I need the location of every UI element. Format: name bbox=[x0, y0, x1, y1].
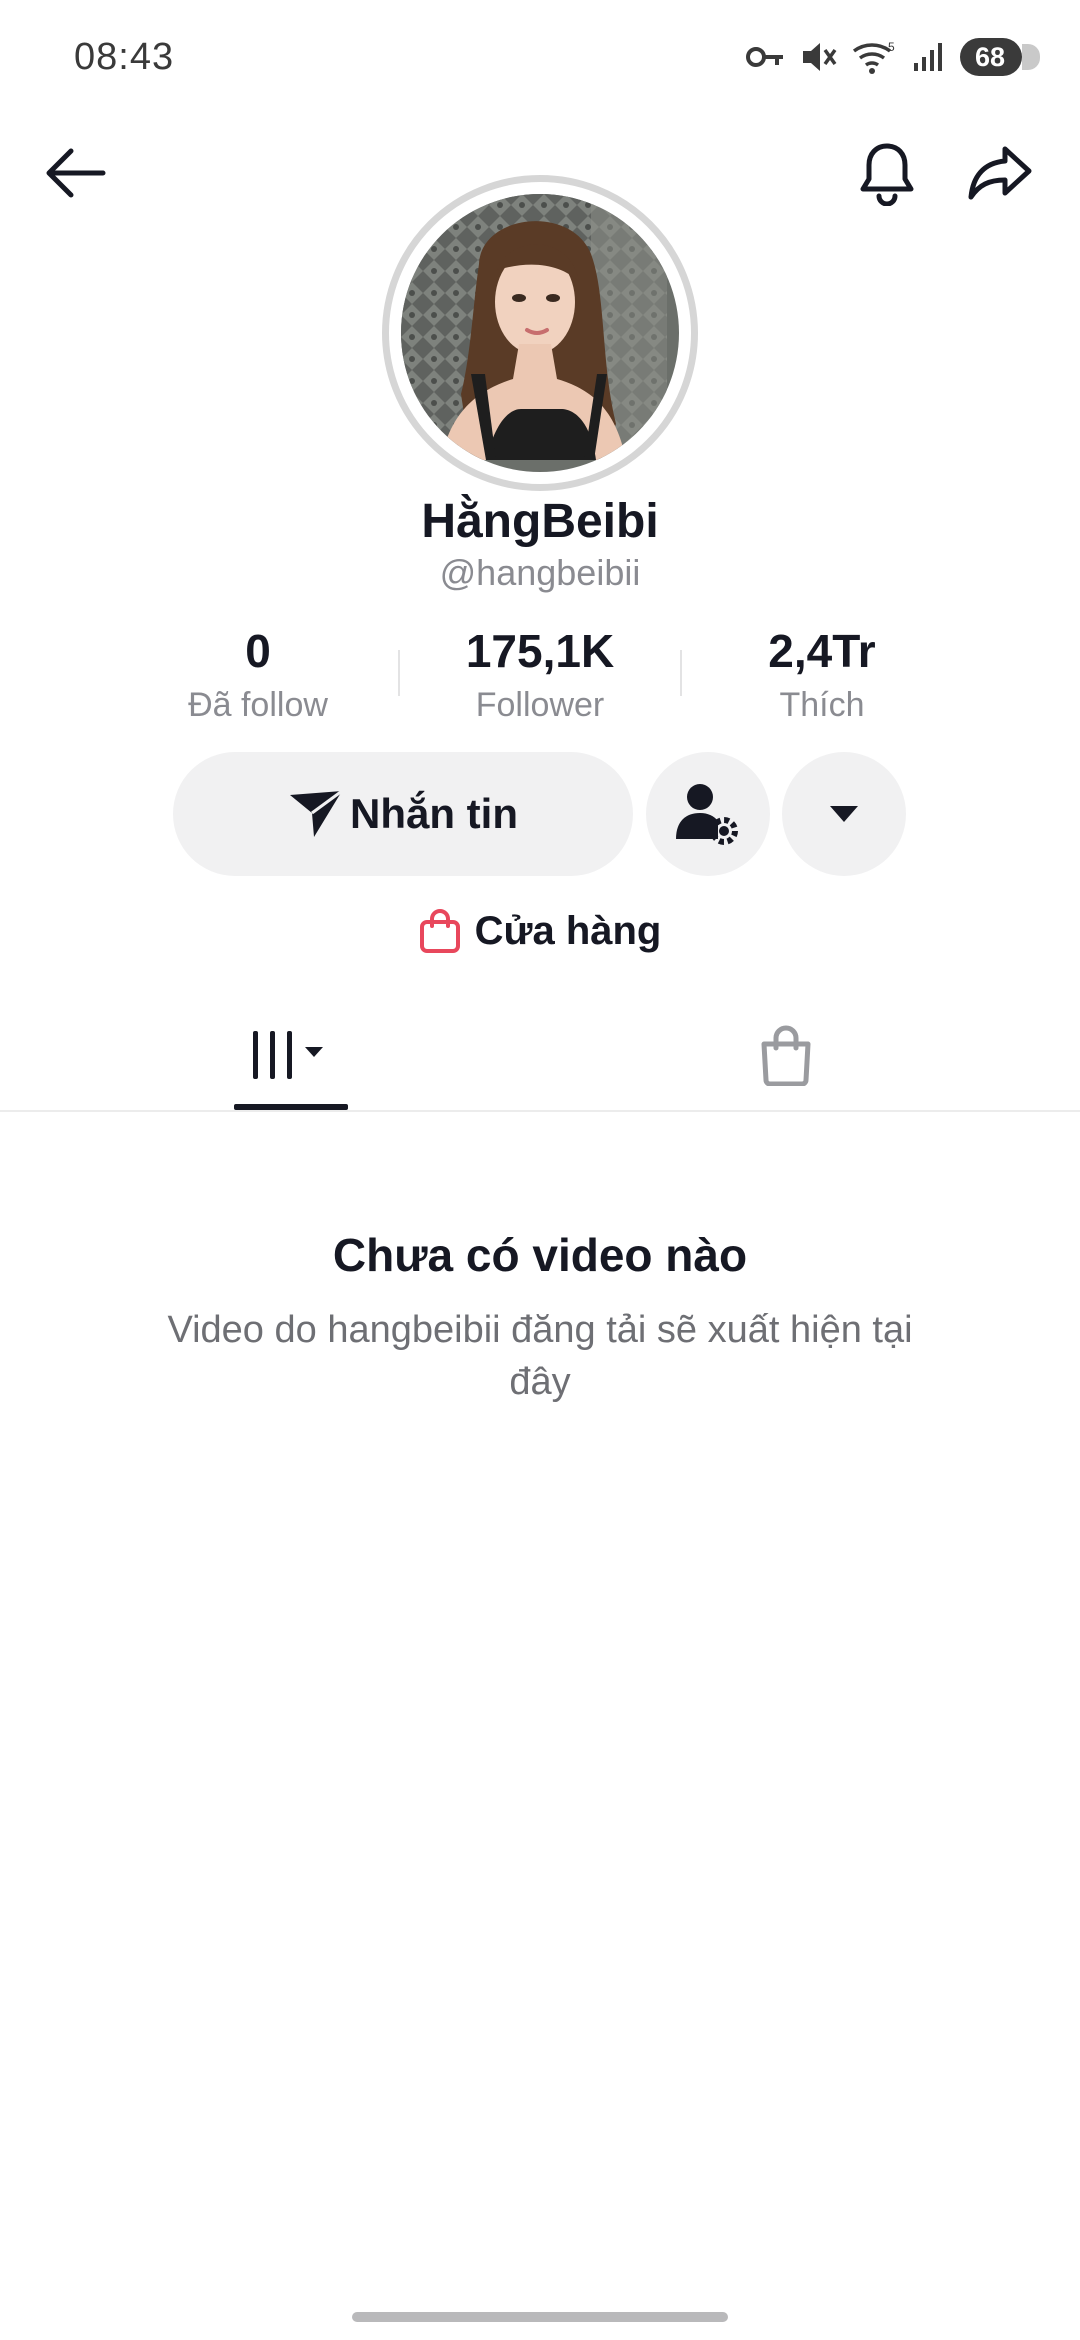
stat-value: 0 bbox=[245, 625, 271, 677]
send-icon bbox=[290, 789, 343, 837]
mute-icon bbox=[800, 40, 838, 74]
message-label: Nhắn tin bbox=[350, 790, 518, 837]
stat-divider bbox=[398, 650, 400, 696]
shopping-bag-icon bbox=[761, 1025, 811, 1086]
status-time: 08:43 bbox=[74, 36, 175, 78]
wifi-icon: 5 bbox=[852, 39, 898, 75]
more-options-button[interactable] bbox=[782, 752, 906, 876]
stat-following[interactable]: 0 Đã follow bbox=[148, 628, 368, 725]
stat-value: 175,1K bbox=[465, 625, 615, 677]
vpn-key-icon bbox=[746, 42, 786, 72]
caret-down-icon bbox=[830, 806, 858, 822]
share-icon bbox=[968, 146, 1032, 200]
shop-label: Cửa hàng bbox=[474, 908, 662, 953]
username: @hangbeibii bbox=[439, 552, 641, 593]
bell-icon bbox=[860, 143, 914, 206]
avatar-photo bbox=[401, 194, 667, 460]
stat-value: 2,4Tr bbox=[768, 625, 876, 677]
notification-button[interactable] bbox=[842, 128, 932, 218]
svg-text:5: 5 bbox=[888, 40, 895, 54]
stat-divider bbox=[680, 650, 682, 696]
active-tab-indicator bbox=[234, 1104, 348, 1110]
profile-stats: 0 Đã follow 175,1K Follower 2,4Tr Thích bbox=[0, 628, 1080, 728]
status-bar: 08:43 5 68 bbox=[0, 0, 1080, 110]
tab-shop[interactable] bbox=[686, 1000, 886, 1110]
stat-label: Đã follow bbox=[188, 686, 328, 724]
grid-columns-icon bbox=[253, 1031, 323, 1079]
profile-tabs bbox=[0, 1000, 1080, 1112]
profile-page: 08:43 5 68 HằngBeibi @hangbeibii 0 Đã fo… bbox=[0, 0, 1080, 2340]
tab-videos[interactable] bbox=[192, 1000, 392, 1110]
stat-followers[interactable]: 175,1K Follower bbox=[430, 628, 650, 725]
avatar bbox=[401, 194, 679, 472]
share-button[interactable] bbox=[955, 128, 1045, 218]
back-arrow-icon bbox=[46, 148, 106, 198]
shop-link[interactable]: Cửa hàng bbox=[0, 908, 1080, 954]
stat-label: Follower bbox=[475, 686, 605, 724]
status-icons: 5 68 bbox=[746, 38, 1040, 76]
stat-likes[interactable]: 2,4Tr Thích bbox=[712, 628, 932, 725]
add-friend-button[interactable] bbox=[646, 752, 770, 876]
stat-label: Thích bbox=[779, 686, 865, 724]
home-indicator[interactable] bbox=[352, 2312, 728, 2322]
empty-state-title: Chưa có video nào bbox=[332, 1229, 748, 1281]
signal-icon bbox=[912, 41, 946, 73]
battery-icon: 68 bbox=[960, 38, 1040, 76]
message-button[interactable]: Nhắn tin bbox=[173, 752, 633, 876]
display-name: HằngBeibi bbox=[421, 495, 659, 548]
back-button[interactable] bbox=[30, 128, 120, 218]
shopping-bag-icon bbox=[419, 909, 460, 953]
empty-state-description: Video do hangbeibii đăng tải sẽ xuất hiệ… bbox=[167, 1309, 913, 1403]
user-settings-icon bbox=[676, 784, 738, 845]
avatar-ring[interactable] bbox=[382, 175, 698, 491]
